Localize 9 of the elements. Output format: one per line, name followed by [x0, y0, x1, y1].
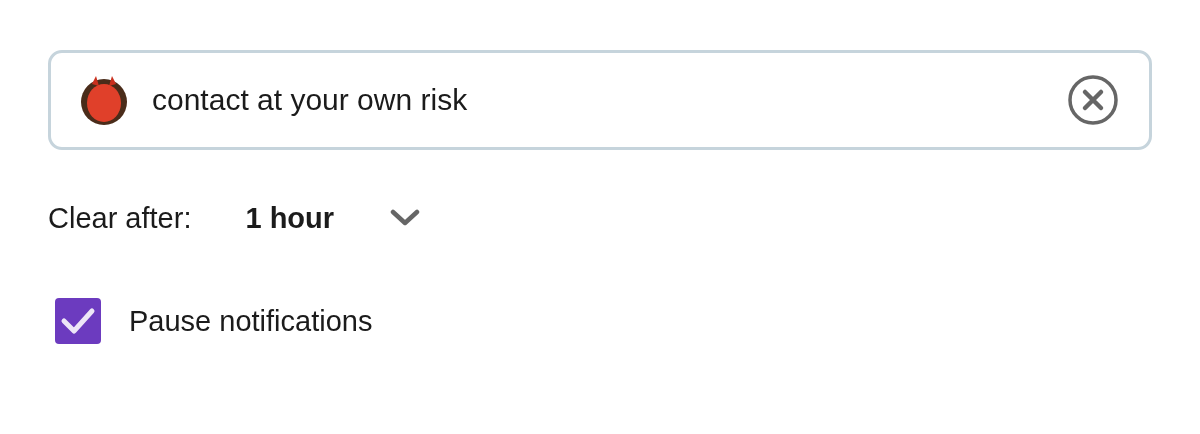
chevron-down-icon [390, 209, 421, 227]
status-text: contact at your own risk [152, 83, 469, 117]
clear-after-label: Clear after: [48, 201, 192, 235]
clear-icon[interactable] [1067, 74, 1119, 126]
duration-dropdown[interactable]: 1 hour [245, 197, 421, 239]
demon-mask-icon [78, 74, 130, 126]
pause-notifications-label: Pause notifications [129, 304, 373, 338]
checkbox[interactable] [55, 298, 101, 344]
status-field[interactable]: contact at your own risk [48, 50, 1152, 150]
